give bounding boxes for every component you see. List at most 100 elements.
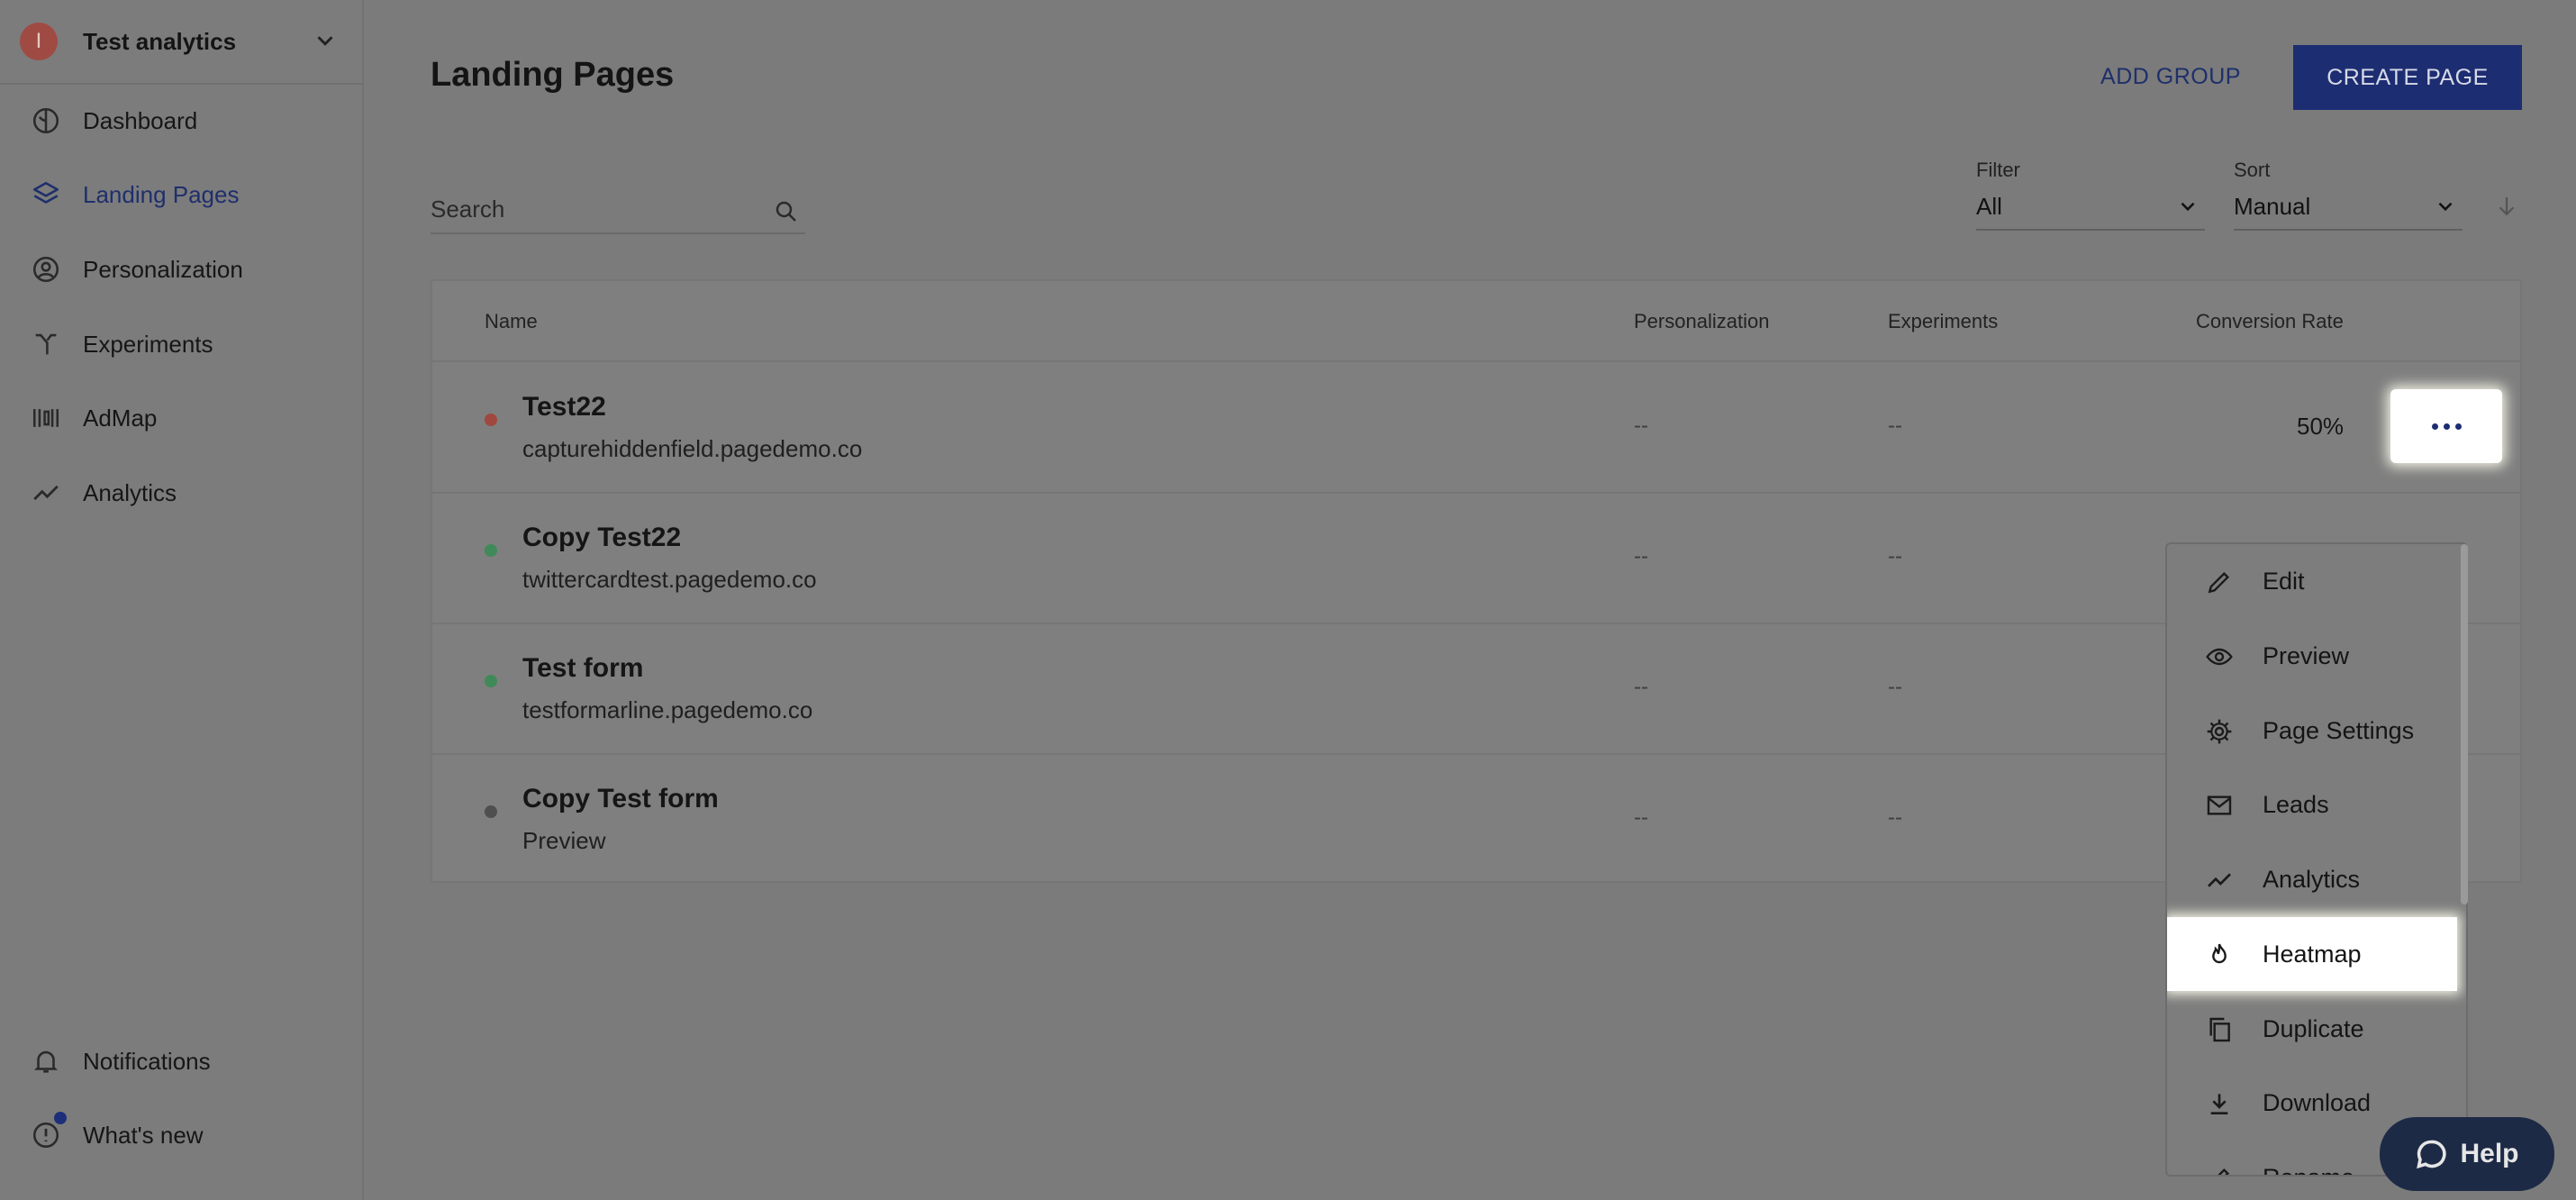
column-header-personalization: Personalization bbox=[1634, 310, 1770, 332]
help-button[interactable]: Help bbox=[2380, 1117, 2554, 1191]
personalization-value: -- bbox=[1634, 675, 1648, 699]
personalization-value: -- bbox=[1634, 805, 1648, 830]
chat-bubble-icon bbox=[2417, 1140, 2447, 1169]
experiments-value: -- bbox=[1888, 544, 1902, 568]
eye-icon bbox=[2206, 648, 2233, 666]
page-url[interactable]: capturehiddenfield.pagedemo.co bbox=[522, 435, 862, 463]
menu-item-label: Rename bbox=[2263, 1164, 2354, 1175]
experiments-value: -- bbox=[1888, 675, 1902, 699]
sidebar-item-label: Dashboard bbox=[83, 106, 198, 134]
trend-icon bbox=[2208, 873, 2231, 887]
page-name[interactable]: Test form bbox=[522, 653, 643, 684]
pencil-icon bbox=[2208, 571, 2230, 594]
layers-icon bbox=[32, 181, 59, 204]
sort-underline bbox=[2234, 229, 2463, 231]
bell-icon bbox=[34, 1050, 58, 1073]
menu-item-label: Preview bbox=[2263, 642, 2350, 669]
page-url[interactable]: twittercardtest.pagedemo.co bbox=[522, 566, 817, 594]
sidebar-item-label: Notifications bbox=[83, 1047, 211, 1075]
sidebar-item-analytics[interactable]: Analytics bbox=[0, 457, 364, 529]
page-name[interactable]: Copy Test form bbox=[522, 784, 719, 814]
sort-select[interactable]: Sort Manual bbox=[2234, 159, 2463, 231]
dashboard-icon bbox=[32, 107, 59, 134]
chevron-down-icon bbox=[2181, 202, 2195, 212]
info-icon bbox=[32, 1122, 59, 1149]
column-header-name: Name bbox=[485, 310, 538, 332]
menu-item-preview[interactable]: Preview bbox=[2167, 619, 2457, 693]
page-url[interactable]: Preview bbox=[522, 827, 605, 855]
menu-item-label: Edit bbox=[2263, 568, 2305, 595]
mail-icon bbox=[2207, 795, 2232, 815]
create-page-button[interactable]: CREATE PAGE bbox=[2293, 45, 2522, 110]
column-header-conversion-rate: Conversion Rate bbox=[2196, 310, 2344, 332]
personalization-value: -- bbox=[1634, 544, 1648, 568]
sidebar: I Test analytics Dashboard Landing Pages… bbox=[0, 0, 364, 1200]
sidebar-item-personalization[interactable]: Personalization bbox=[0, 233, 364, 305]
workspace-switcher[interactable]: I Test analytics bbox=[0, 0, 364, 85]
menu-item-label: Leads bbox=[2263, 791, 2329, 818]
admap-icon bbox=[32, 409, 59, 427]
chevron-down-icon bbox=[2438, 202, 2453, 212]
sidebar-item-label: What's new bbox=[83, 1121, 204, 1149]
personalization-value: -- bbox=[1634, 414, 1648, 438]
sidebar-item-experiments[interactable]: Experiments bbox=[0, 308, 364, 380]
status-dot bbox=[485, 414, 497, 426]
sidebar-item-label: Experiments bbox=[83, 330, 213, 358]
sort-label: Sort bbox=[2234, 159, 2271, 181]
sort-value: Manual bbox=[2234, 193, 2311, 220]
copy-icon bbox=[2209, 1017, 2230, 1042]
filter-value: All bbox=[1976, 193, 2002, 220]
menu-item-page-settings[interactable]: Page Settings bbox=[2167, 694, 2457, 768]
search-icon[interactable] bbox=[773, 198, 800, 225]
menu-item-label: Page Settings bbox=[2263, 717, 2415, 744]
add-group-button[interactable]: ADD GROUP bbox=[2090, 45, 2252, 108]
menu-item-label: Analytics bbox=[2263, 866, 2361, 893]
sidebar-item-notifications[interactable]: Notifications bbox=[0, 1025, 364, 1097]
menu-item-leads[interactable]: Leads bbox=[2167, 768, 2457, 841]
status-dot bbox=[485, 805, 497, 818]
filter-select[interactable]: Filter All bbox=[1976, 159, 2205, 231]
page-title: Landing Pages bbox=[431, 56, 675, 94]
status-dot bbox=[485, 675, 497, 687]
sidebar-item-admap[interactable]: AdMap bbox=[0, 382, 364, 454]
user-circle-icon bbox=[32, 256, 59, 283]
column-header-experiments: Experiments bbox=[1888, 310, 1999, 332]
menu-scrollbar[interactable] bbox=[2461, 544, 2468, 905]
page-url[interactable]: testformarline.pagedemo.co bbox=[522, 696, 812, 724]
workspace-avatar: I bbox=[20, 23, 58, 60]
dot-icon bbox=[2431, 423, 2438, 430]
table-header: Name Personalization Experiments Convers… bbox=[432, 281, 2520, 362]
menu-item-label: Duplicate bbox=[2263, 1015, 2364, 1042]
status-dot bbox=[485, 544, 497, 557]
table-row[interactable]: Test22 capturehiddenfield.pagedemo.co --… bbox=[432, 363, 2520, 494]
sidebar-item-landing-pages[interactable]: Landing Pages bbox=[0, 159, 364, 231]
new-indicator-dot bbox=[54, 1112, 67, 1124]
menu-item-edit[interactable]: Edit bbox=[2167, 544, 2457, 618]
arrow-down-icon[interactable] bbox=[2493, 191, 2520, 222]
menu-item-analytics[interactable]: Analytics bbox=[2167, 842, 2457, 916]
split-icon bbox=[35, 333, 57, 355]
help-label: Help bbox=[2460, 1139, 2519, 1168]
dot-icon bbox=[2454, 423, 2462, 430]
download-icon bbox=[2210, 1094, 2228, 1114]
more-actions-button[interactable] bbox=[2390, 389, 2502, 463]
sidebar-item-whats-new[interactable]: What's new bbox=[0, 1099, 364, 1171]
sidebar-item-label: AdMap bbox=[83, 404, 158, 432]
filter-label: Filter bbox=[1976, 159, 2020, 181]
experiments-value: -- bbox=[1888, 414, 1902, 438]
gear-icon bbox=[2207, 719, 2232, 744]
menu-item-duplicate[interactable]: Duplicate bbox=[2167, 992, 2457, 1066]
menu-item-heatmap[interactable]: Heatmap bbox=[2167, 917, 2457, 991]
pencil-icon bbox=[2218, 1168, 2230, 1175]
sidebar-item-dashboard[interactable]: Dashboard bbox=[0, 85, 364, 157]
trend-icon bbox=[33, 485, 59, 501]
dot-icon bbox=[2443, 423, 2450, 430]
menu-item-label: Download bbox=[2263, 1089, 2372, 1116]
chevron-down-icon[interactable] bbox=[312, 27, 339, 54]
workspace-name: Test analytics bbox=[83, 27, 237, 55]
sidebar-item-label: Analytics bbox=[83, 478, 177, 506]
search-input[interactable] bbox=[431, 191, 755, 227]
page-name[interactable]: Copy Test22 bbox=[522, 523, 681, 553]
page-name[interactable]: Test22 bbox=[522, 392, 606, 423]
flame-icon bbox=[2212, 943, 2227, 964]
